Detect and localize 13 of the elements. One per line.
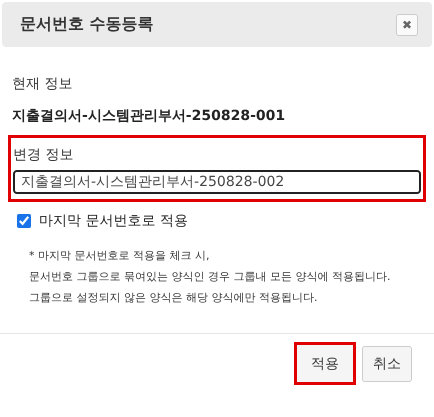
current-document-number: 지출결의서-시스템관리부서-250828-001 [12,107,286,125]
close-button[interactable]: ✖ [396,14,418,36]
document-number-field[interactable]: 지출결의서-시스템관리부서-250828-002 [13,170,421,194]
note-text: 문서번호 그룹으로 묶여있는 양식인 경우 그룹내 모든 양식에 적용됩니다. [29,269,392,284]
cancel-button[interactable]: 취소 [362,346,412,382]
section-label: 변경 정보 [13,146,74,164]
note-text: * 마지막 문서번호로 적용을 체크 시, [29,248,210,263]
dialog-title: 문서번호 수동등록 [20,14,154,35]
checkbox-label: 마지막 문서번호로 적용 [39,212,188,230]
apply-last-checkbox[interactable] [17,214,31,228]
note-text: 그룹으로 설정되지 않은 양식은 해당 양식에만 적용됩니다. [29,290,318,305]
section-label: 현재 정보 [12,75,74,93]
apply-button[interactable]: 적용 [294,342,356,385]
